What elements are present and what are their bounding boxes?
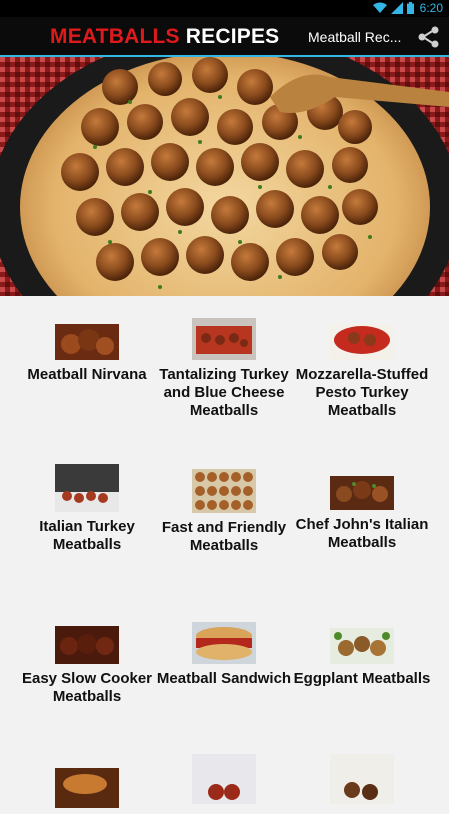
battery-icon [406, 2, 414, 14]
recipe-item-row4-2[interactable] [149, 754, 299, 810]
recipe-thumbnail [55, 464, 119, 512]
signal-icon [390, 2, 403, 14]
recipe-item-row4-3[interactable] [287, 754, 437, 810]
recipe-thumbnail [330, 476, 394, 510]
recipe-thumbnail [55, 324, 119, 360]
app-logo: MEATBALLS RECIPES [50, 25, 279, 49]
wifi-icon [372, 2, 387, 13]
recipe-label: Tantalizing Turkey and Blue Cheese Meatb… [159, 366, 289, 419]
share-icon[interactable] [415, 25, 441, 49]
recipe-thumbnail [55, 626, 119, 664]
recipe-label: Italian Turkey Meatballs [39, 518, 135, 553]
recipe-item-mozzarella-stuffed[interactable]: Mozzarella-Stuffed Pesto Turkey Meatball… [287, 324, 437, 420]
recipe-thumbnail [192, 622, 256, 664]
recipe-item-eggplant[interactable]: Eggplant Meatballs [287, 628, 437, 688]
recipe-item-chef-johns[interactable]: Chef John's Italian Meatballs [287, 476, 437, 552]
status-time: 6:20 [419, 1, 443, 15]
recipe-label: Easy Slow Cooker Meatballs [21, 670, 153, 705]
recipe-thumbnail [330, 754, 394, 804]
recipe-label: Chef John's Italian Meatballs [295, 516, 429, 551]
meatballs-pan-photo [0, 57, 449, 296]
action-bar: MEATBALLS RECIPES Meatball Rec... [0, 17, 449, 57]
recipe-item-italian-turkey[interactable]: Italian Turkey Meatballs [12, 464, 162, 554]
recipe-item-meatball-sandwich[interactable]: Meatball Sandwich [149, 622, 299, 688]
status-bar: 6:20 [0, 0, 449, 17]
recipe-label: Meatball Sandwich [156, 670, 292, 687]
recipe-label: Eggplant Meatballs [293, 670, 431, 687]
recipe-thumbnail [330, 628, 394, 664]
logo-text-recipes: RECIPES [185, 25, 280, 48]
recipe-thumbnail [330, 324, 394, 360]
recipe-thumbnail [192, 469, 256, 513]
recipe-thumbnail [192, 754, 256, 804]
hero-image [0, 57, 449, 296]
recipe-thumbnail [55, 768, 119, 808]
action-bar-title[interactable]: Meatball Rec... [308, 29, 406, 45]
recipe-grid: Meatball Nirvana Tantalizing Turkey and … [0, 296, 449, 808]
recipe-thumbnail [192, 318, 256, 360]
recipe-item-easy-slow-cooker[interactable]: Easy Slow Cooker Meatballs [12, 626, 162, 706]
logo-text-meatballs: MEATBALLS [50, 25, 180, 48]
status-icons: 6:20 [372, 1, 443, 15]
recipe-item-meatball-nirvana[interactable]: Meatball Nirvana [12, 324, 162, 384]
recipe-item-fast-and-friendly[interactable]: Fast and Friendly Meatballs [149, 469, 299, 555]
recipe-item-row4-1[interactable] [12, 768, 162, 814]
recipe-item-tantalizing-turkey[interactable]: Tantalizing Turkey and Blue Cheese Meatb… [149, 318, 299, 420]
recipe-label: Mozzarella-Stuffed Pesto Turkey Meatball… [295, 366, 429, 419]
recipe-label: Fast and Friendly Meatballs [161, 519, 287, 554]
recipe-label: Meatball Nirvana [27, 366, 147, 383]
